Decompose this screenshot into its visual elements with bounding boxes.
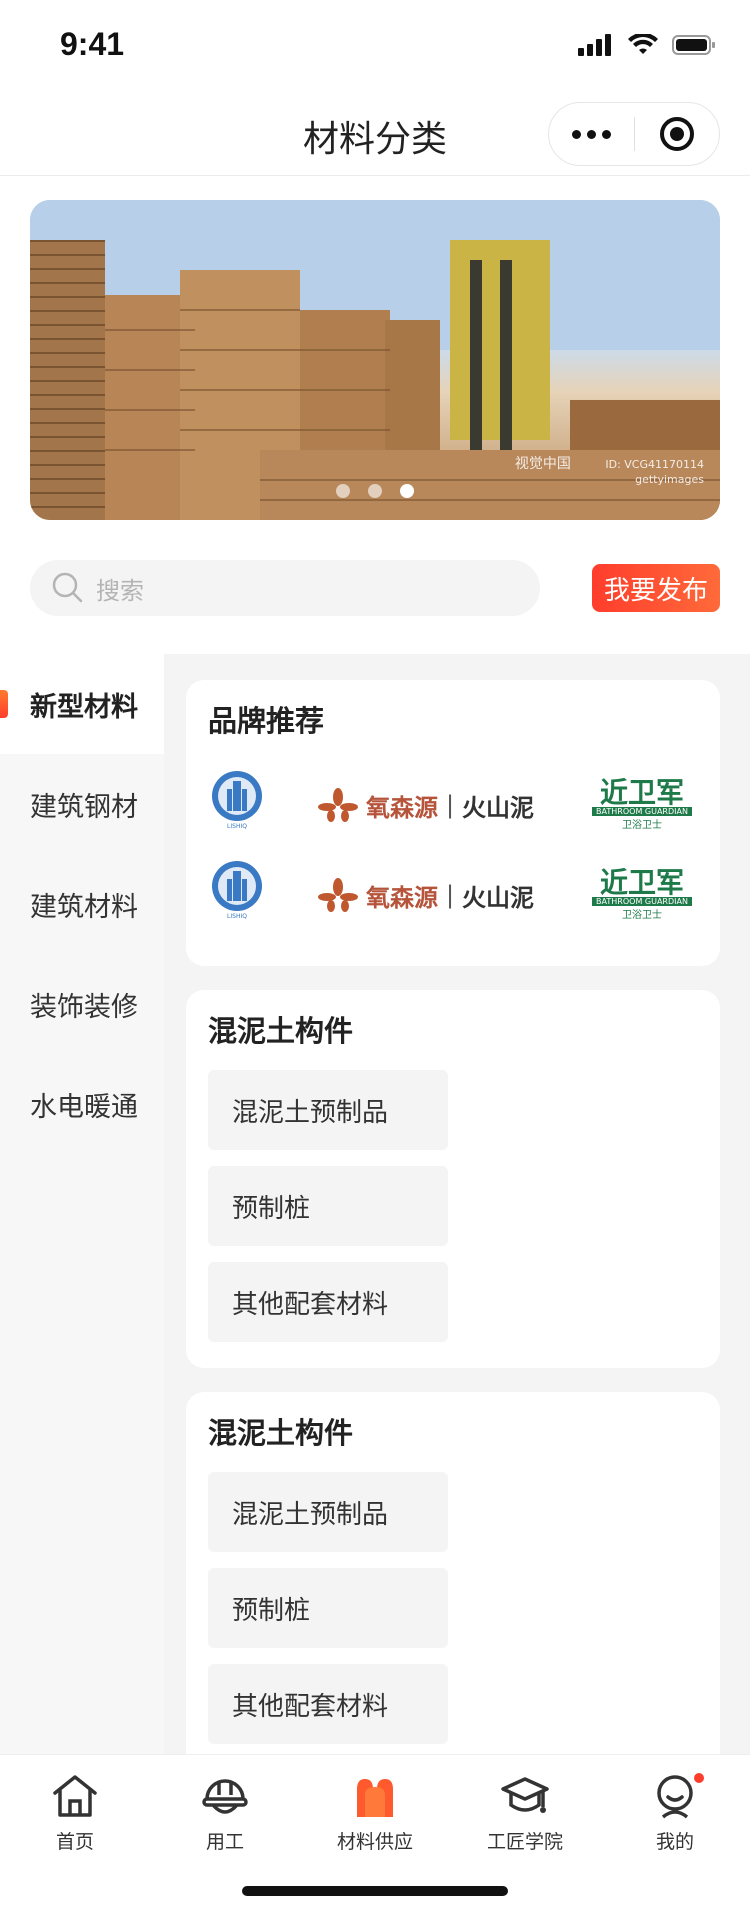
tab-bar: 首页 用工 材料供应 工匠学院 我的 — [0, 1754, 750, 1922]
pager-dot-active[interactable] — [400, 484, 414, 498]
category-sidebar: 新型材料 建筑钢材 建筑材料 装饰装修 水电暖通 — [0, 654, 164, 1754]
logo-c-text-3: 卫浴卫士 — [622, 910, 662, 921]
brand-row: LISHIQ 氧森源 | 火山泥 近卫军 BATHROOM GUARDIAN 卫… — [208, 760, 698, 850]
brand-logo-lishiq[interactable]: LISHIQ — [208, 859, 266, 931]
logo-c-text-1: 近卫军 — [599, 776, 684, 809]
tab-academy[interactable]: 工匠学院 — [450, 1773, 600, 1854]
search-icon — [52, 572, 83, 603]
sidebar-item-label: 水电暖通 — [30, 1091, 138, 1123]
brand-title: 品牌推荐 — [208, 704, 325, 738]
tab-label: 首页 — [55, 1831, 94, 1853]
brand-row: LISHIQ 氧森源 | 火山泥 近卫军 BATHROOM GUARDIAN 卫… — [208, 850, 698, 940]
sidebar-item-new-materials[interactable]: 新型材料 — [0, 654, 164, 754]
sidebar-item-decoration[interactable]: 装饰装修 — [0, 954, 164, 1054]
sidebar-item-label: 新型材料 — [30, 691, 138, 723]
publish-button[interactable]: 我要发布 — [592, 564, 720, 612]
more-button[interactable] — [549, 103, 634, 165]
status-bar: 9:41 — [0, 0, 750, 90]
lishiq-logo-text: LISHIQ — [227, 913, 247, 920]
subcategory-chip[interactable]: 混泥土预制品 — [208, 1070, 448, 1150]
pager-dot[interactable] — [368, 484, 382, 498]
wifi-icon — [628, 34, 658, 54]
logo-c-text-2: BATHROOM GUARDIAN — [592, 807, 692, 816]
logo-c-text-2: BATHROOM GUARDIAN — [592, 897, 692, 906]
brand-logo-yangsenyuan[interactable]: 氧森源 | 火山泥 — [317, 787, 535, 823]
logo-b-text-1: 氧森源 — [365, 883, 438, 912]
brand-logo-bathroom-guardian[interactable]: 近卫军 BATHROOM GUARDIAN 卫浴卫士 — [586, 866, 698, 924]
sidebar-item-steel[interactable]: 建筑钢材 — [0, 754, 164, 854]
search-input[interactable]: 搜索 — [30, 560, 540, 616]
tab-labor[interactable]: 用工 — [150, 1773, 300, 1854]
tab-label: 工匠学院 — [486, 1831, 563, 1853]
pager-dot[interactable] — [336, 484, 350, 498]
materials-icon — [357, 1779, 393, 1817]
lishiq-logo-icon — [212, 861, 262, 911]
logo-c-text-3: 卫浴卫士 — [622, 820, 662, 831]
tab-mine[interactable]: 我的 — [600, 1773, 750, 1854]
logo-b-text-2: 火山泥 — [462, 793, 535, 822]
subcategory-chip[interactable]: 其他配套材料 — [208, 1664, 448, 1744]
search-placeholder: 搜索 — [96, 576, 144, 605]
brand-logo-yangsenyuan[interactable]: 氧森源 | 火山泥 — [317, 877, 535, 913]
tab-home[interactable]: 首页 — [0, 1773, 150, 1854]
category-title: 混泥土构件 — [208, 1014, 354, 1048]
home-icon — [53, 1775, 97, 1817]
lishiq-logo-icon — [212, 771, 262, 821]
watermark-text-1: 视觉中国 — [514, 456, 571, 472]
subcategory-list: 混泥土预制品 预制桩 其他配套材料 — [208, 1070, 698, 1342]
flower-logo-icon — [317, 878, 358, 912]
category-card: 混泥土构件 混泥土预制品 预制桩 其他配套材料 — [186, 1392, 720, 1770]
flower-logo-icon — [317, 788, 358, 822]
graduation-cap-icon — [501, 1777, 549, 1813]
category-content: 新型材料 建筑钢材 建筑材料 装饰装修 水电暖通 品牌推荐 LISHIQ 氧森源… — [0, 654, 750, 1770]
brand-logo-bathroom-guardian[interactable]: 近卫军 BATHROOM GUARDIAN 卫浴卫士 — [586, 776, 698, 834]
subcategory-chip[interactable]: 预制桩 — [208, 1166, 448, 1246]
signal-icon — [578, 34, 611, 56]
helmet-icon — [202, 1779, 248, 1814]
close-mini-program-button[interactable] — [635, 103, 720, 165]
subcategory-chip[interactable]: 其他配套材料 — [208, 1262, 448, 1342]
status-icons — [578, 34, 716, 56]
sidebar-item-building-materials[interactable]: 建筑材料 — [0, 854, 164, 954]
sidebar-item-label: 装饰装修 — [30, 991, 138, 1023]
status-time: 9:41 — [60, 26, 125, 62]
profile-icon — [657, 1775, 693, 1819]
lishiq-logo-text: LISHIQ — [227, 823, 247, 830]
category-main: 品牌推荐 LISHIQ 氧森源 | 火山泥 近卫军 BATHROOM GUARD… — [186, 680, 720, 1794]
logo-b-text-2: 火山泥 — [462, 883, 535, 912]
target-icon — [659, 117, 694, 151]
home-indicator — [242, 1886, 508, 1896]
tab-label: 用工 — [205, 1831, 244, 1853]
subcategory-chip[interactable]: 预制桩 — [208, 1568, 448, 1648]
subcategory-list: 混泥土预制品 预制桩 其他配套材料 — [208, 1472, 698, 1744]
tab-label: 材料供应 — [336, 1831, 413, 1853]
banner-carousel[interactable]: 视觉中国 ID: VCG41170114 gettyimages — [30, 200, 720, 520]
category-title: 混泥土构件 — [208, 1416, 354, 1450]
mini-program-capsule — [548, 102, 720, 166]
watermark-text-2: ID: VCG41170114 — [605, 458, 704, 471]
logo-c-text-1: 近卫军 — [599, 866, 684, 899]
banner-watermark: 视觉中国 ID: VCG41170114 gettyimages — [515, 453, 704, 486]
nav-bar: 材料分类 — [0, 90, 750, 176]
brand-card: 品牌推荐 LISHIQ 氧森源 | 火山泥 近卫军 BATHROOM GUARD… — [186, 680, 720, 966]
category-card: 混泥土构件 混泥土预制品 预制桩 其他配套材料 — [186, 990, 720, 1368]
brand-logo-lishiq[interactable]: LISHIQ — [208, 769, 266, 841]
battery-icon — [672, 35, 715, 55]
more-dots-icon — [571, 129, 611, 139]
sidebar-item-plumbing-electric[interactable]: 水电暖通 — [0, 1054, 164, 1154]
sidebar-item-label: 建筑材料 — [30, 891, 138, 923]
notification-dot — [694, 1773, 704, 1783]
logo-b-text-1: 氧森源 — [365, 793, 438, 822]
subcategory-chip[interactable]: 混泥土预制品 — [208, 1472, 448, 1552]
sidebar-item-label: 建筑钢材 — [30, 791, 138, 823]
banner-pager — [30, 484, 720, 498]
tab-label: 我的 — [655, 1831, 694, 1853]
tab-materials[interactable]: 材料供应 — [300, 1773, 450, 1854]
